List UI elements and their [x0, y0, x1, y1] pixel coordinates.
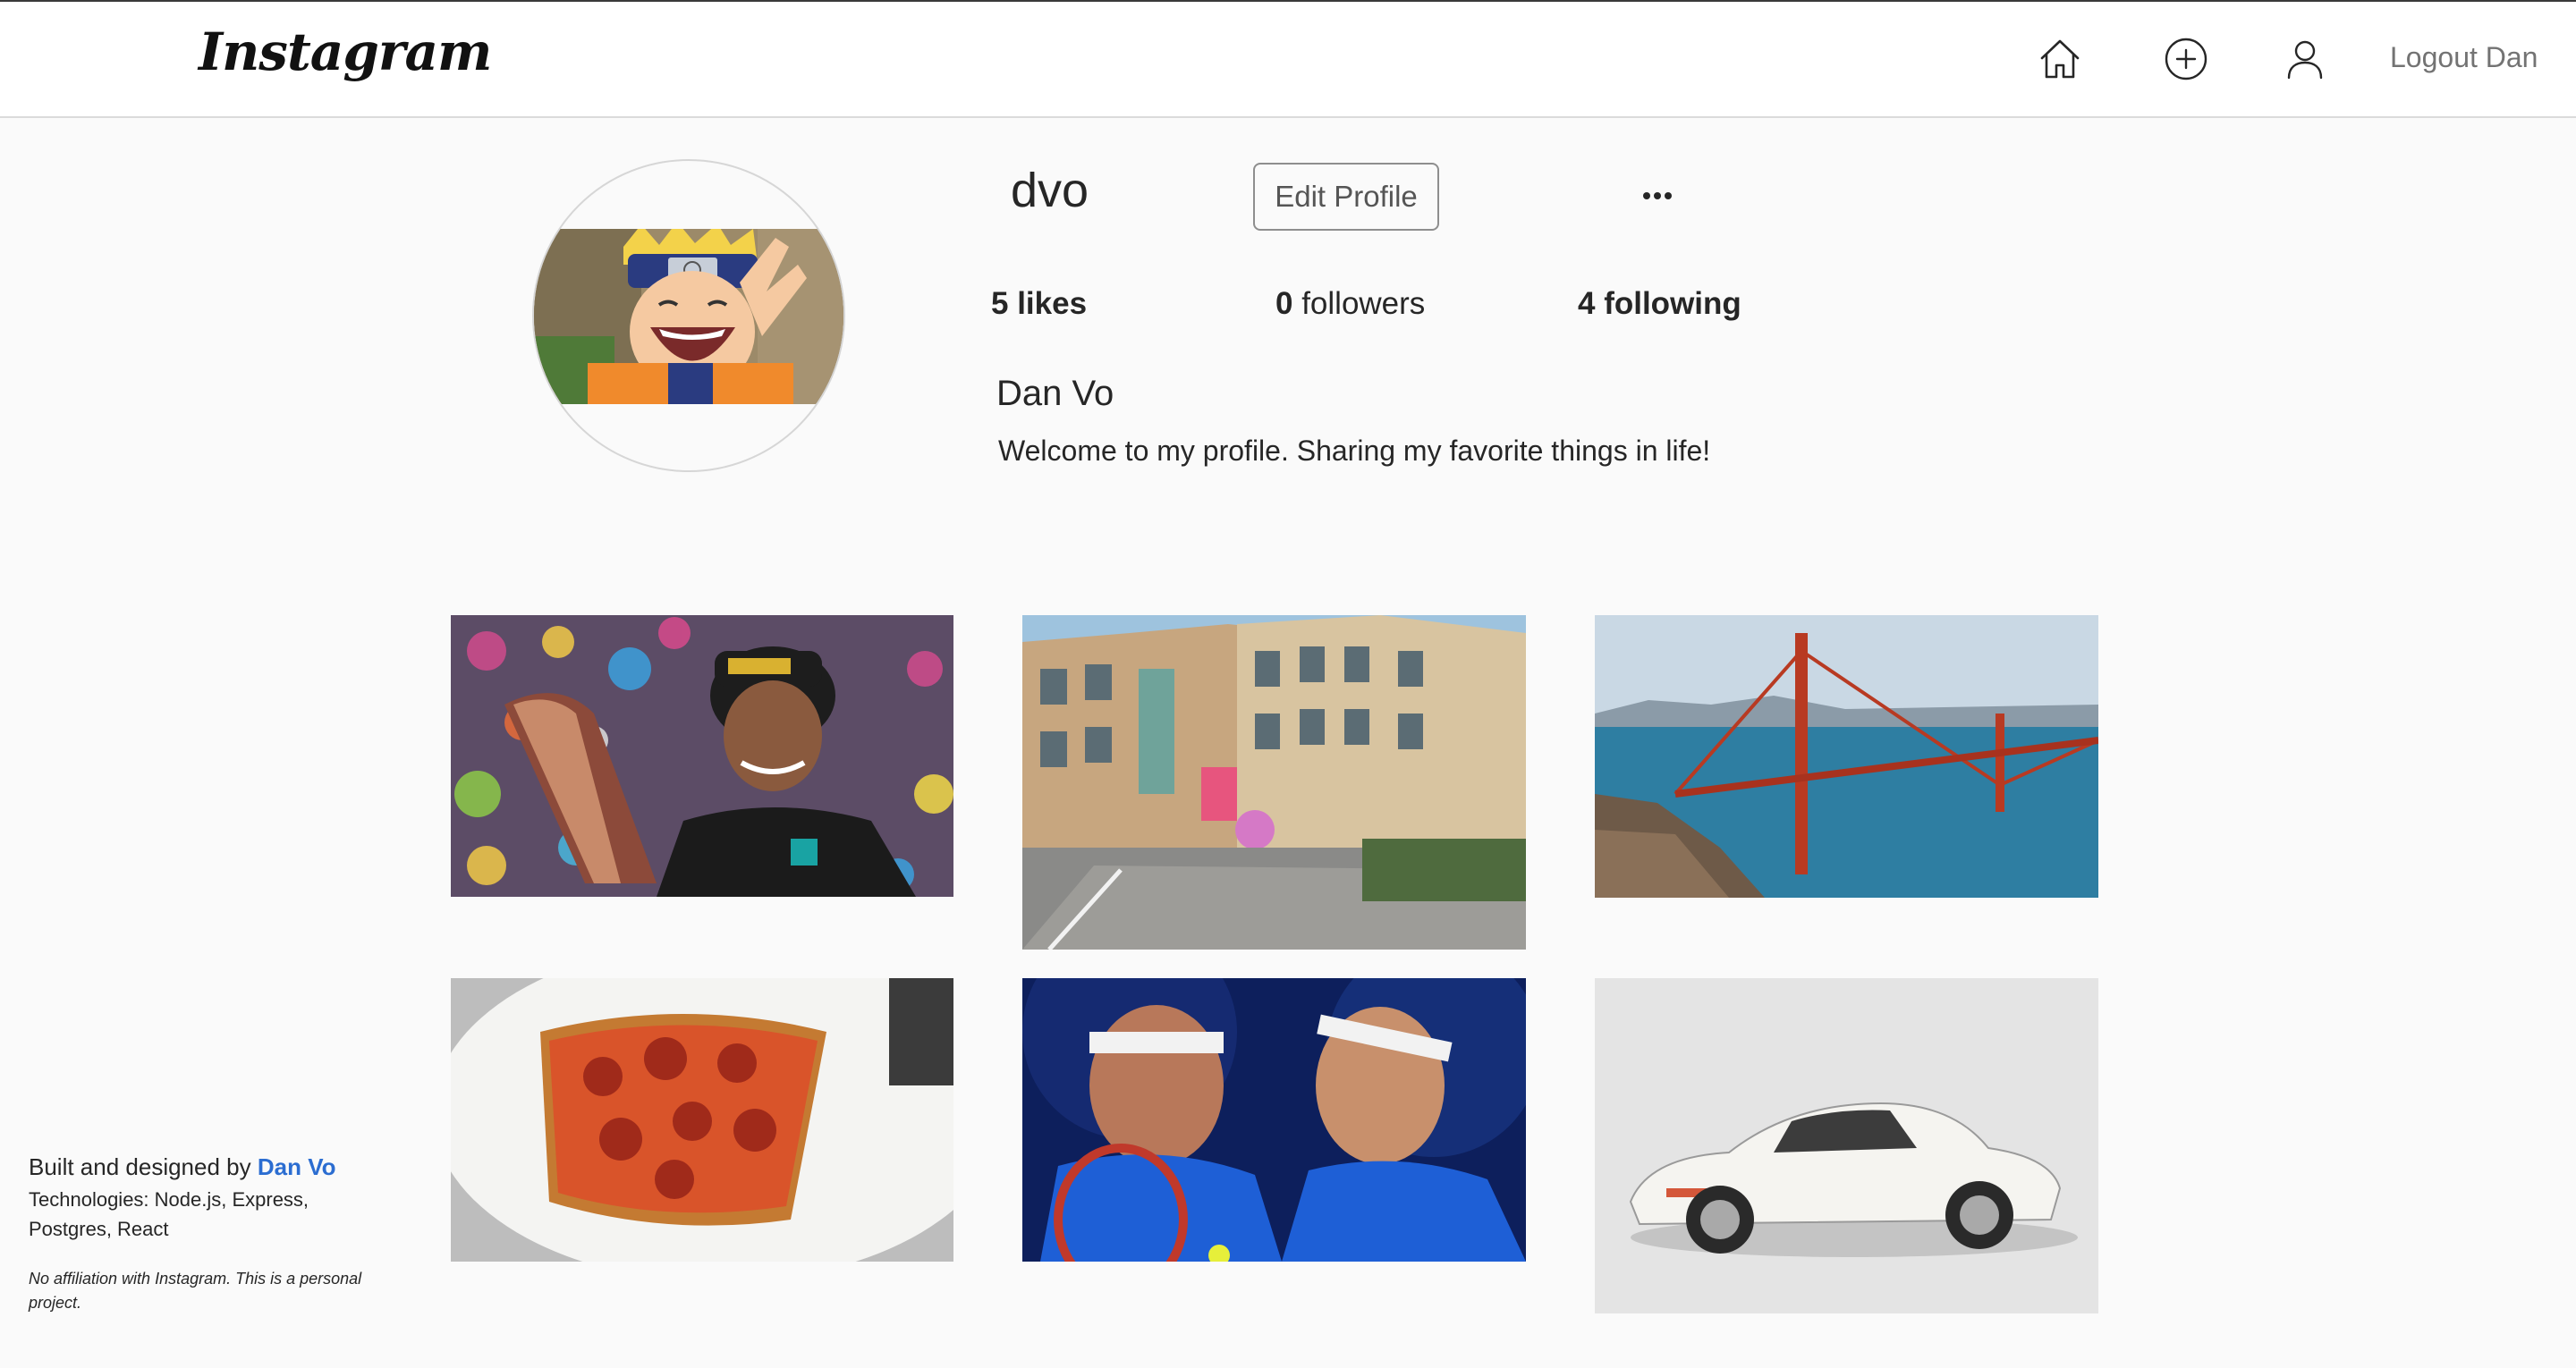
followers-label: followers: [1301, 286, 1426, 321]
profile-icon[interactable]: [2280, 34, 2330, 84]
post-thumbnail-tennis[interactable]: [1022, 978, 1526, 1262]
add-post-icon[interactable]: [2161, 34, 2211, 84]
top-navbar: Instagram Logout Dan: [0, 2, 2576, 118]
site-footer: Built and designed by Dan Vo Technologie…: [29, 1153, 386, 1315]
likes-count: 5: [991, 286, 1009, 321]
footer-disclaimer: No affiliation with Instagram. This is a…: [29, 1270, 362, 1312]
profile-username: dvo: [1011, 164, 1089, 217]
following-stat[interactable]: 4 following: [1578, 286, 1741, 322]
footer-credit: Built and designed by Dan Vo: [29, 1153, 386, 1181]
avatar-image: [534, 229, 843, 404]
following-label: following: [1604, 286, 1741, 321]
home-icon[interactable]: [2035, 34, 2085, 84]
instagram-logo[interactable]: Instagram: [199, 21, 492, 82]
post-thumbnail-pizza[interactable]: [451, 978, 953, 1262]
more-options-icon[interactable]: [1637, 175, 1678, 216]
post-thumbnail-street[interactable]: [1022, 615, 1526, 950]
footer-credit-prefix: Built and designed by: [29, 1153, 251, 1180]
followers-stat[interactable]: 0 followers: [1275, 286, 1425, 322]
profile-avatar[interactable]: [532, 159, 845, 472]
likes-label: likes: [1017, 286, 1088, 321]
author-link[interactable]: Dan Vo: [258, 1153, 336, 1180]
logout-button[interactable]: Logout Dan: [2390, 41, 2538, 74]
post-thumbnail-racing[interactable]: [451, 615, 953, 897]
followers-count: 0: [1275, 286, 1293, 321]
profile-full-name: Dan Vo: [996, 374, 1114, 413]
footer-technologies: Technologies: Node.js, Express, Postgres…: [29, 1188, 309, 1240]
profile-bio: Welcome to my profile. Sharing my favori…: [998, 435, 1711, 467]
edit-profile-button[interactable]: Edit Profile: [1253, 163, 1439, 231]
likes-stat: 5 likes: [991, 286, 1087, 322]
post-thumbnail-bridge[interactable]: [1595, 615, 2098, 898]
following-count: 4: [1578, 286, 1596, 321]
post-thumbnail-car[interactable]: [1595, 978, 2098, 1313]
